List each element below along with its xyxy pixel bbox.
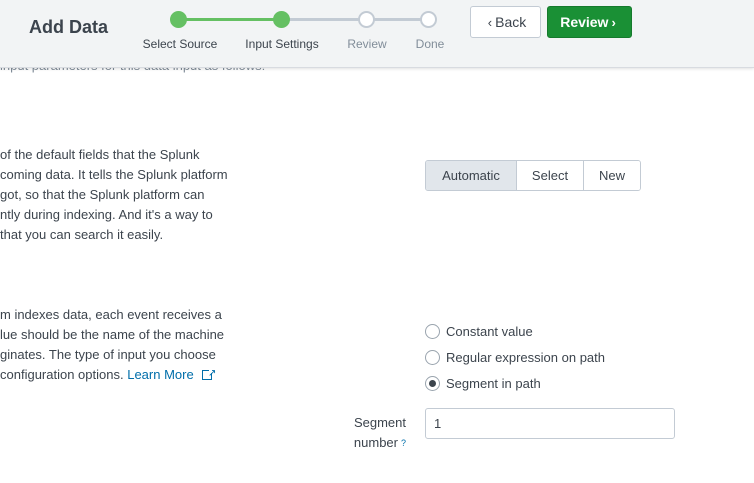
segment-label-text: number [353,435,398,450]
review-button[interactable]: Review › [547,6,632,38]
radio-label: Segment in path [446,376,541,391]
chevron-left-icon: ‹ [487,14,493,30]
help-icon[interactable]: ? [401,438,406,448]
radio-label: Regular expression on path [446,350,605,365]
radio-circle[interactable] [425,350,440,365]
step-label-input-settings: Input Settings [245,37,319,51]
segment-label-line: Segment [353,415,406,430]
host-line: configuration options. [0,367,124,382]
radio-circle-checked[interactable] [425,376,440,391]
host-line: ginates. The type of input you choose [0,347,216,362]
step-label-review: Review [347,37,387,51]
radio-circle[interactable] [425,324,440,339]
step-dot-input-settings [273,11,290,28]
source-type-description: of the default fields that the Splunk co… [0,145,228,245]
source-type-new-button[interactable]: New [584,161,640,190]
page-title: Add Data [29,17,109,37]
review-button-label: Review [560,14,609,30]
learn-more-label: Learn More [127,367,194,382]
source-type-toggle: Automatic Select New [425,160,641,191]
source-type-line: that you can search it easily. [0,227,164,242]
step-dot-review [358,11,375,28]
learn-more-link[interactable]: Learn More [127,364,216,384]
step-connector-1 [179,18,282,21]
source-type-line: ntly during indexing. And it's a way to [0,207,213,222]
source-type-automatic-button[interactable]: Automatic [426,161,517,190]
source-type-line: coming data. It tells the Splunk platfor… [0,167,228,182]
segment-number-input[interactable] [425,408,675,439]
host-description: m indexes data, each event receives a lu… [0,305,224,385]
radio-label: Constant value [446,324,533,339]
host-line: m indexes data, each event receives a [0,307,222,322]
step-dot-done [420,11,437,28]
back-button-label: Back [495,14,527,30]
step-dot-select-source [170,11,187,28]
source-type-line: got, so that the Splunk platform can [0,187,205,202]
step-label-select-source: Select Source [142,37,218,51]
source-type-line: of the default fields that the Splunk [0,147,200,162]
radio-constant-value[interactable]: Constant value [425,324,533,339]
external-link-icon [202,364,216,384]
wizard-header: Add Data Select Source Input Settings Re… [0,0,754,68]
chevron-right-icon: › [611,14,616,30]
segment-label-line-2: number? [296,433,406,453]
host-line: lue should be the name of the machine [0,327,225,342]
radio-segment-in-path[interactable]: Segment in path [425,376,541,391]
source-type-select-button[interactable]: Select [517,161,584,190]
radio-regex-on-path[interactable]: Regular expression on path [425,350,605,365]
step-connector-2 [282,18,367,21]
segment-number-label: Segment number? [296,413,406,453]
step-label-done: Done [415,37,445,51]
back-button[interactable]: ‹ Back [470,6,541,38]
host-line-with-link: configuration options. Learn More [0,364,224,385]
